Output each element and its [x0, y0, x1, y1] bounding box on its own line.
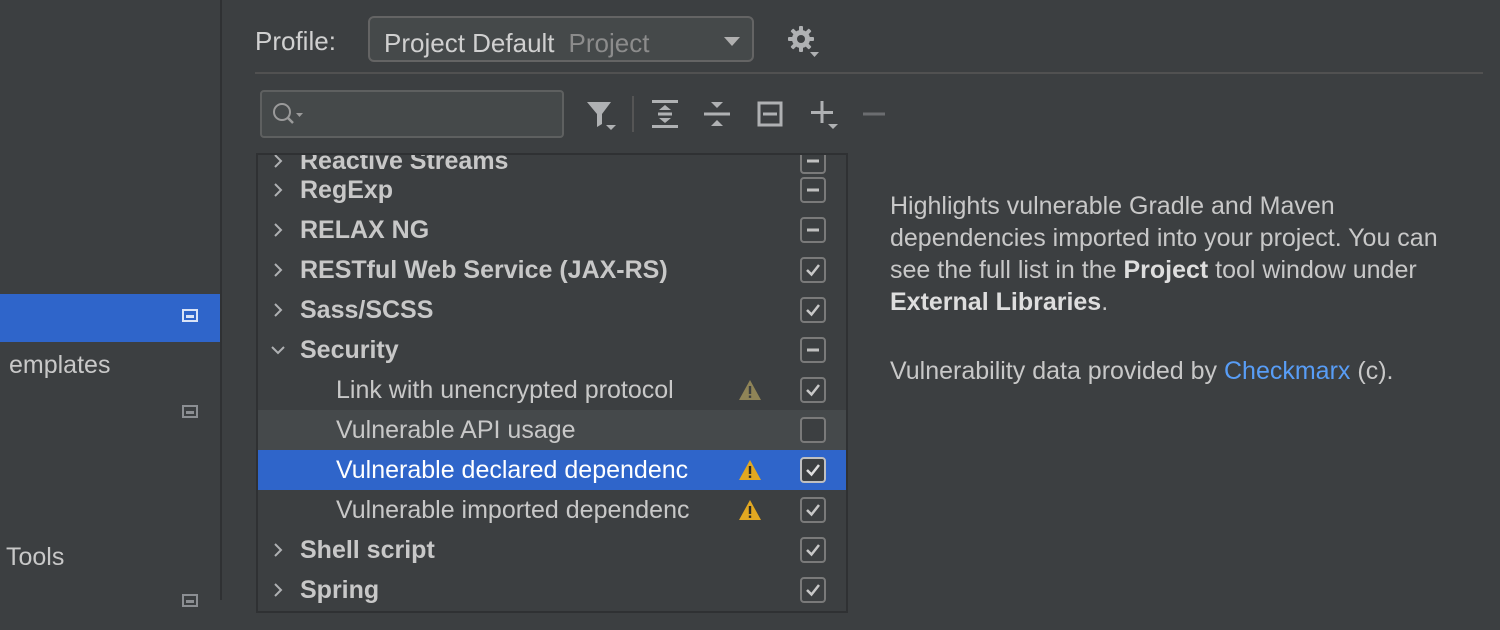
filter-icon[interactable] — [584, 96, 620, 132]
tree-row-label: Shell script — [300, 536, 435, 564]
profile-name: Project Default — [384, 28, 555, 58]
profile-scope: Project — [568, 28, 650, 58]
warning-icon — [739, 460, 761, 480]
chevron-right-icon — [274, 223, 283, 237]
chevron-right-icon — [274, 155, 283, 168]
description-bold-external-libraries: External Libraries — [890, 288, 1102, 316]
sidebar-item-tools[interactable]: Tools — [0, 534, 220, 582]
toolbar-separator — [632, 96, 634, 132]
sidebar-item-label: emplates — [9, 351, 111, 379]
sidebar-item[interactable] — [0, 582, 220, 630]
tree-row-restful[interactable]: RESTful Web Service (JAX-RS) — [258, 250, 846, 290]
project-scope-icon — [182, 405, 198, 418]
checkbox-checked[interactable] — [800, 257, 826, 283]
description-text: . — [1101, 288, 1109, 316]
checkmarx-link[interactable]: Checkmarx — [1224, 357, 1350, 385]
weak-warning-icon — [739, 380, 761, 400]
chevron-right-icon — [274, 303, 283, 317]
inspection-tree: Reactive Streams RegExp RELAX NG RESTful… — [256, 153, 848, 613]
checkbox-mixed[interactable] — [800, 177, 826, 203]
profile-value: Project Default Project — [384, 28, 649, 59]
checkbox-unchecked[interactable] — [800, 417, 826, 443]
checkbox-checked[interactable] — [800, 537, 826, 563]
settings-sidebar: emplates Tools — [0, 0, 220, 607]
header-divider — [255, 72, 1483, 74]
add-icon[interactable] — [804, 96, 840, 132]
tree-row-label: Link with unencrypted protocol — [336, 376, 674, 404]
tree-row-vulnerable-declared[interactable]: Vulnerable declared dependenc — [258, 450, 846, 490]
tree-row-vulnerable-api-usage[interactable]: Vulnerable API usage — [258, 410, 846, 450]
credit-text: (c). — [1350, 357, 1394, 385]
collapse-all-icon[interactable] — [700, 96, 736, 132]
tree-row-spring[interactable]: Spring — [258, 570, 846, 610]
checkbox-checked[interactable] — [800, 577, 826, 603]
inspection-description: Highlights vulnerable Gradle and Maven d… — [890, 190, 1480, 318]
checkbox-mixed[interactable] — [800, 337, 826, 363]
project-scope-icon — [182, 309, 198, 322]
search-input[interactable] — [260, 90, 564, 138]
chevron-down-icon — [724, 37, 740, 46]
tree-row-regexp[interactable]: RegExp — [258, 170, 846, 210]
gear-icon[interactable] — [786, 24, 820, 60]
tree-row-label: Spring — [300, 576, 380, 604]
checkbox-checked[interactable] — [800, 297, 826, 323]
sidebar-item-templates[interactable]: emplates — [0, 342, 220, 390]
sidebar-item[interactable] — [0, 390, 220, 438]
warning-icon — [739, 500, 761, 520]
description-text: tool window under — [1208, 256, 1417, 284]
sidebar-item-selected[interactable] — [0, 294, 220, 342]
checkbox-mixed[interactable] — [800, 217, 826, 243]
tree-row-vulnerable-imported[interactable]: Vulnerable imported dependenc — [258, 490, 846, 530]
remove-icon[interactable] — [856, 96, 892, 132]
tree-row-label: Sass/SCSS — [300, 296, 434, 324]
expand-all-icon[interactable] — [648, 96, 684, 132]
credit-text: Vulnerability data provided by — [890, 357, 1224, 385]
sidebar-divider — [220, 0, 222, 600]
tree-row-label: RELAX NG — [300, 216, 430, 244]
search-icon — [273, 103, 303, 124]
vulnerability-credit: Vulnerability data provided by Checkmarx… — [890, 357, 1393, 386]
tree-row-sass-scss[interactable]: Sass/SCSS — [258, 290, 846, 330]
tree-row-relax-ng[interactable]: RELAX NG — [258, 210, 846, 250]
tree-row-security[interactable]: Security — [258, 330, 846, 370]
reset-icon[interactable] — [752, 96, 788, 132]
chevron-right-icon — [274, 263, 283, 277]
profile-label: Profile: — [255, 26, 336, 56]
tree-row-label: Vulnerable declared dependenc — [336, 456, 689, 484]
description-bold-project: Project — [1123, 256, 1209, 284]
tree-row-label: Vulnerable API usage — [336, 416, 576, 444]
tree-row-shell-script[interactable]: Shell script — [258, 530, 846, 570]
tree-row-label: RegExp — [300, 176, 394, 204]
tree-row-label: Vulnerable imported dependenc — [336, 496, 690, 524]
chevron-right-icon — [274, 543, 283, 557]
sidebar-item-label: Tools — [6, 543, 65, 571]
checkbox-checked[interactable] — [800, 497, 826, 523]
tree-row-link-unencrypted[interactable]: Link with unencrypted protocol — [258, 370, 846, 410]
project-scope-icon — [182, 594, 198, 607]
profile-dropdown[interactable]: Project Default Project — [368, 16, 754, 62]
checkbox-checked[interactable] — [800, 457, 826, 483]
checkbox-checked[interactable] — [800, 377, 826, 403]
chevron-down-icon — [271, 346, 285, 355]
tree-row-label: RESTful Web Service (JAX-RS) — [300, 256, 668, 284]
chevron-right-icon — [274, 183, 283, 197]
tree-row-label: Security — [300, 336, 399, 364]
chevron-right-icon — [274, 583, 283, 597]
